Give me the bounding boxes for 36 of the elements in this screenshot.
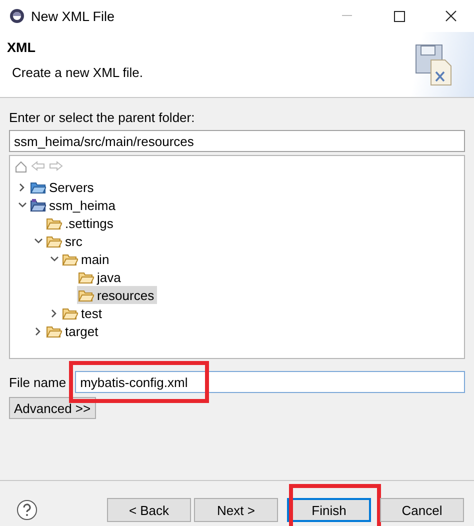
- folder-icon: [46, 216, 62, 230]
- parent-folder-field[interactable]: ssm_heima/src/main/resources: [9, 130, 465, 152]
- close-icon[interactable]: [445, 10, 457, 22]
- page-description: Create a new XML file.: [11, 65, 144, 80]
- dialog-button[interactable]: < Back: [107, 498, 191, 522]
- tree-item[interactable]: target: [45, 322, 102, 340]
- xml-file-icon: [415, 44, 453, 86]
- tree-item[interactable]: test: [61, 304, 105, 322]
- page-title: XML: [7, 40, 36, 55]
- folder-icon: [30, 180, 46, 194]
- folder-icon: [78, 270, 94, 284]
- folder-icon: [62, 252, 78, 266]
- project-icon: [30, 198, 46, 212]
- folder-icon: [46, 324, 62, 338]
- tree-item[interactable]: ssm_heima: [29, 196, 118, 214]
- folder-icon: [78, 288, 94, 302]
- dialog-button[interactable]: Next >: [194, 498, 278, 522]
- help-icon[interactable]: [16, 499, 38, 521]
- parent-folder-label: Enter or select the parent folder:: [9, 110, 196, 125]
- app-icon: [9, 8, 25, 24]
- advanced-button[interactable]: Advanced >>: [9, 397, 96, 419]
- home-icon[interactable]: [15, 161, 27, 173]
- tree-item[interactable]: java: [77, 268, 124, 286]
- folder-icon: [46, 234, 62, 248]
- folder-icon: [62, 306, 78, 320]
- window-title: New XML File: [31, 8, 116, 24]
- file-name-field[interactable]: mybatis-config.xml: [75, 371, 465, 393]
- dialog-button[interactable]: Finish: [287, 498, 371, 522]
- maximize-icon[interactable]: [394, 10, 404, 22]
- file-name-label: File name: [9, 374, 66, 390]
- dialog-button[interactable]: Cancel: [380, 498, 464, 522]
- tree-item[interactable]: src: [45, 232, 86, 250]
- tree-item[interactable]: resources: [77, 286, 158, 304]
- tree-item[interactable]: main: [61, 250, 112, 268]
- tree-item[interactable]: .settings: [45, 214, 116, 232]
- tree-item[interactable]: Servers: [29, 178, 97, 196]
